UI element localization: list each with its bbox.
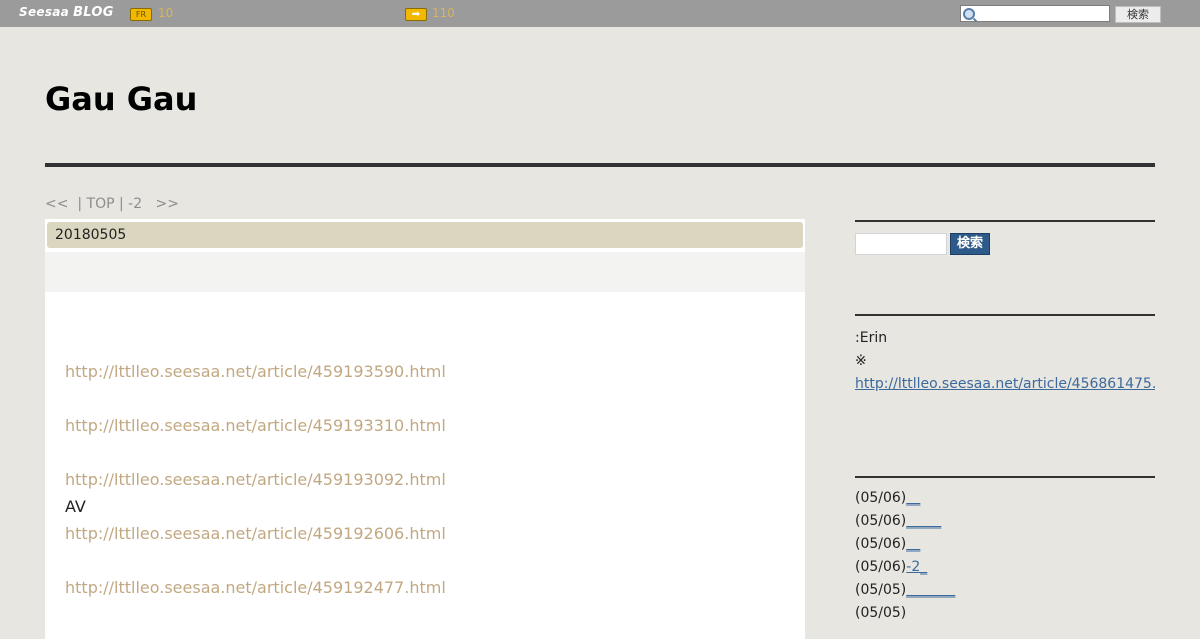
recent-link[interactable]: _____ (906, 513, 941, 529)
entry-label (65, 331, 785, 358)
sidebar-search-input[interactable] (855, 233, 947, 255)
blog-title[interactable]: Gau Gau (45, 80, 197, 118)
list-item: (05/06)__ (855, 487, 955, 510)
sidebar-divider (855, 476, 1155, 478)
profile-section: :Erin ※ http://lttlleo.seesaa.net/articl… (855, 327, 1155, 396)
list-item: (05/05)_______ (855, 579, 955, 602)
arrow-count: 110 (432, 6, 455, 20)
recent-articles: (05/06)__ (05/06)_____ (05/06)__ (05/06)… (855, 487, 955, 625)
recent-link[interactable]: -2_ (906, 559, 927, 575)
sidebar-divider (855, 220, 1155, 222)
entry-link[interactable]: http://lttlleo.seesaa.net/article/459192… (65, 578, 446, 597)
entry-label (65, 385, 785, 412)
seesaa-toolbar: Seesaa BLOG FR 10 ➡ 110 検索 (0, 0, 1200, 27)
recent-date: (05/05) (855, 582, 907, 598)
profile-name: :Erin (855, 330, 888, 346)
fr-badge-icon[interactable]: FR (130, 8, 152, 21)
recent-link[interactable]: _______ (906, 582, 955, 598)
profile-note: ※ (855, 353, 867, 369)
recent-date: (05/06) (855, 513, 907, 529)
seesaa-blog-logo[interactable]: Seesaa BLOG (19, 5, 114, 20)
article-date: 20180505 (47, 222, 803, 248)
entry-list: http://lttlleo.seesaa.net/article/459193… (65, 331, 785, 601)
recent-date: (05/06) (855, 559, 907, 575)
profile-link[interactable]: http://lttlleo.seesaa.net/article/456861… (855, 373, 1155, 396)
recent-date: (05/06) (855, 536, 907, 552)
article-title-band (45, 252, 805, 292)
list-item: (05/06)_____ (855, 510, 955, 533)
entry-label (65, 547, 785, 574)
list-item: (05/05) (855, 602, 955, 625)
logo-seesaa-text: Seesaa (19, 5, 70, 19)
arrow-right-icon[interactable]: ➡ (405, 8, 427, 21)
entry-link[interactable]: http://lttlleo.seesaa.net/article/459193… (65, 470, 446, 489)
entry-label (65, 439, 785, 466)
article-body: 20180505 http://lttlleo.seesaa.net/artic… (45, 219, 805, 639)
recent-date: (05/05) (855, 605, 907, 621)
entry-link[interactable]: http://lttlleo.seesaa.net/article/459193… (65, 362, 446, 381)
fr-count: 10 (158, 6, 174, 20)
list-item: AV http://lttlleo.seesaa.net/article/459… (65, 493, 785, 547)
sidebar-divider (855, 314, 1155, 316)
recent-date: (05/06) (855, 490, 907, 506)
entry-link[interactable]: http://lttlleo.seesaa.net/article/459192… (65, 524, 446, 543)
search-icon (963, 8, 975, 20)
logo-blog-text: BLOG (73, 5, 114, 20)
recent-link[interactable]: __ (906, 490, 920, 506)
list-item: http://lttlleo.seesaa.net/article/459193… (65, 439, 785, 493)
toolbar-search-button[interactable]: 検索 (1115, 6, 1161, 23)
list-item: http://lttlleo.seesaa.net/article/459193… (65, 385, 785, 439)
entry-label: AV (65, 497, 86, 516)
list-item: http://lttlleo.seesaa.net/article/459192… (65, 547, 785, 601)
entry-link[interactable]: http://lttlleo.seesaa.net/article/459193… (65, 416, 446, 435)
article-pager[interactable]: << | TOP | -2 >> (45, 196, 179, 212)
list-item: (05/06)__ (855, 533, 955, 556)
toolbar-search-input[interactable] (960, 5, 1110, 22)
list-item: http://lttlleo.seesaa.net/article/459193… (65, 331, 785, 385)
sidebar-search-button[interactable]: 検索 (950, 233, 990, 255)
list-item: (05/06)-2_ (855, 556, 955, 579)
recent-link[interactable]: __ (906, 536, 920, 552)
header-divider (45, 163, 1155, 167)
